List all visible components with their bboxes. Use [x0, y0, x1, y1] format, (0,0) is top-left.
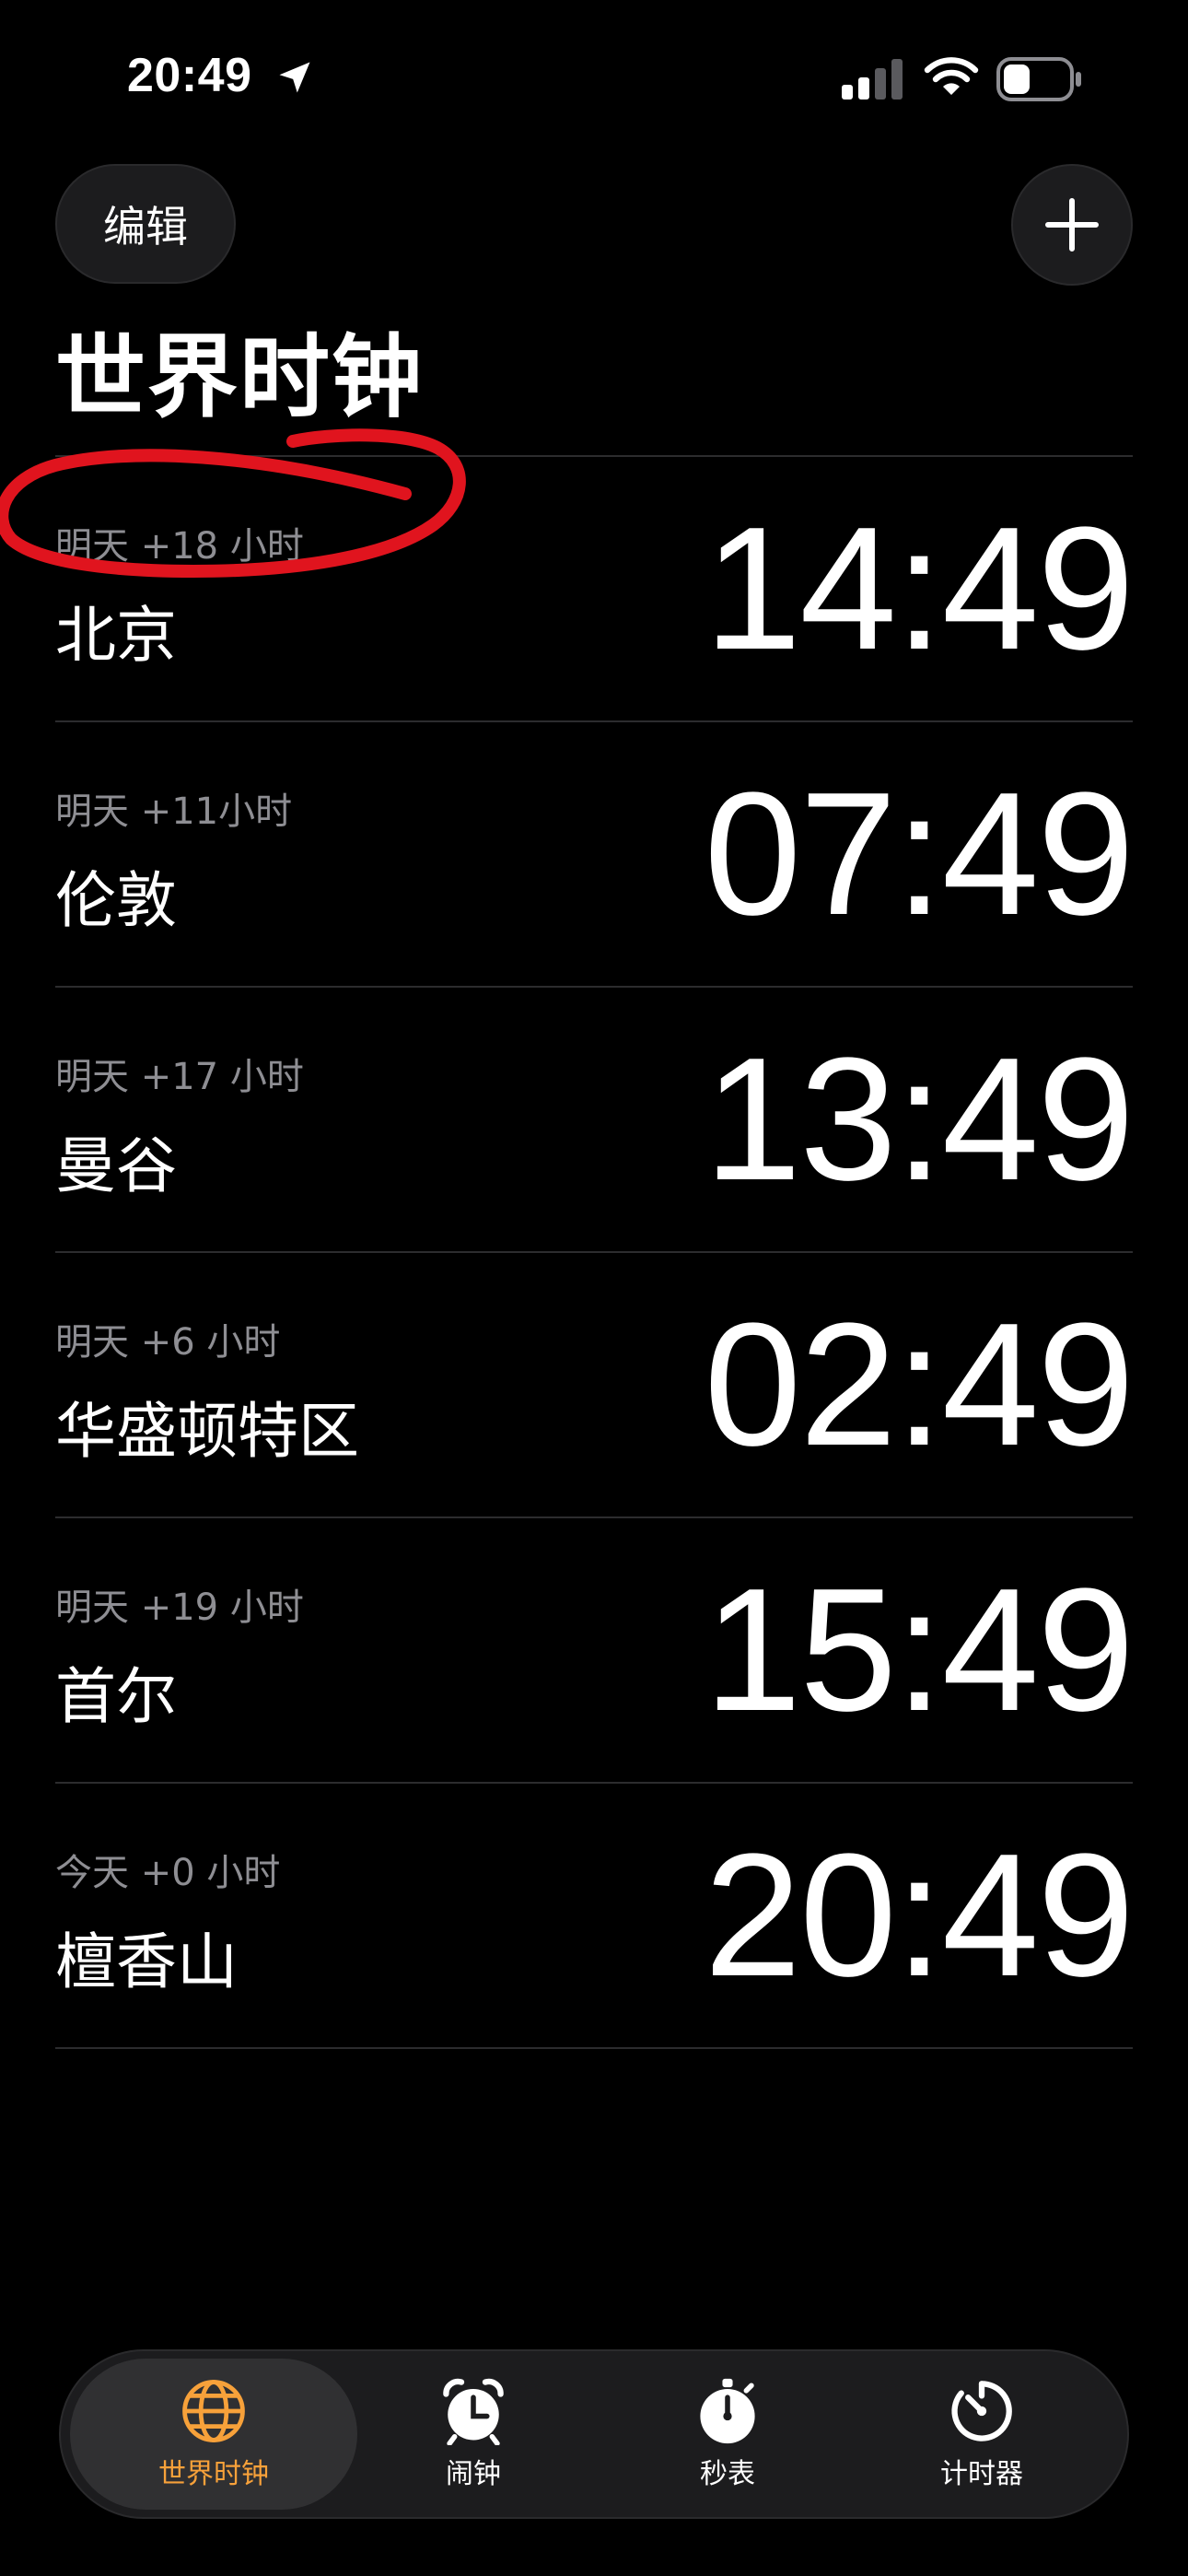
globe-icon: [182, 2380, 245, 2442]
time-offset: 明天 +18 小时: [55, 525, 304, 568]
tab-alarm[interactable]: 闹钟: [330, 2359, 617, 2510]
clock-row[interactable]: 明天 +11小时 伦敦 07:49: [55, 720, 1135, 986]
add-clock-button[interactable]: [1011, 164, 1133, 286]
time-offset: 今天 +0 小时: [55, 1852, 281, 1894]
battery-icon: [996, 57, 1081, 101]
clock-row[interactable]: 明天 +17 小时 曼谷 13:49: [55, 986, 1135, 1251]
wifi-icon: [924, 57, 979, 95]
tab-label: 闹钟: [446, 2458, 501, 2490]
tab-timer[interactable]: 计时器: [838, 2359, 1125, 2510]
time-offset: 明天 +6 小时: [55, 1321, 281, 1364]
tab-bar: 世界时钟 闹钟 秒表 计时器: [59, 2349, 1129, 2519]
clock-row[interactable]: 明天 +6 小时 华盛顿特区 02:49: [55, 1251, 1135, 1516]
tab-label: 计时器: [940, 2458, 1023, 2490]
tab-label: 世界时钟: [158, 2458, 269, 2490]
city-name: 檀香山: [55, 1926, 238, 1997]
clock-row[interactable]: 明天 +18 小时 北京 14:49: [55, 455, 1135, 720]
city-name: 北京: [55, 600, 177, 671]
status-bar: 20:49: [0, 0, 1188, 157]
clock-time: 02:49: [704, 1287, 1135, 1482]
tab-world-clock[interactable]: 世界时钟: [70, 2359, 357, 2510]
clock-time: 14:49: [704, 491, 1135, 686]
tab-stopwatch[interactable]: 秒表: [584, 2359, 871, 2510]
time-offset: 明天 +19 小时: [55, 1587, 304, 1629]
location-arrow-icon: [279, 62, 310, 93]
plus-icon: [1045, 198, 1099, 252]
time-offset: 明天 +11小时: [55, 790, 293, 833]
city-name: 曼谷: [55, 1130, 177, 1201]
time-offset: 明天 +17 小时: [55, 1056, 304, 1098]
status-time: 20:49: [127, 49, 252, 102]
edit-button[interactable]: 编辑: [55, 164, 236, 284]
city-name: 伦敦: [55, 865, 177, 936]
clock-row[interactable]: 明天 +19 小时 首尔 15:49: [55, 1516, 1135, 1782]
city-name: 首尔: [55, 1661, 177, 1732]
cellular-signal-icon: [842, 59, 903, 100]
world-clock-list: 明天 +18 小时 北京 14:49 明天 +11小时 伦敦 07:49 明天 …: [55, 455, 1135, 2049]
clock-time: 13:49: [704, 1022, 1135, 1217]
city-name: 华盛顿特区: [55, 1396, 359, 1467]
clock-time: 20:49: [704, 1818, 1135, 2013]
clock-time: 15:49: [704, 1552, 1135, 1748]
page-title: 世界时钟: [55, 325, 425, 430]
alarm-clock-icon: [443, 2378, 504, 2445]
clock-time: 07:49: [704, 756, 1135, 952]
clock-row[interactable]: 今天 +0 小时 檀香山 20:49: [55, 1782, 1135, 2049]
stopwatch-icon: [700, 2378, 755, 2444]
timer-icon: [951, 2381, 1012, 2441]
tab-label: 秒表: [700, 2458, 755, 2490]
